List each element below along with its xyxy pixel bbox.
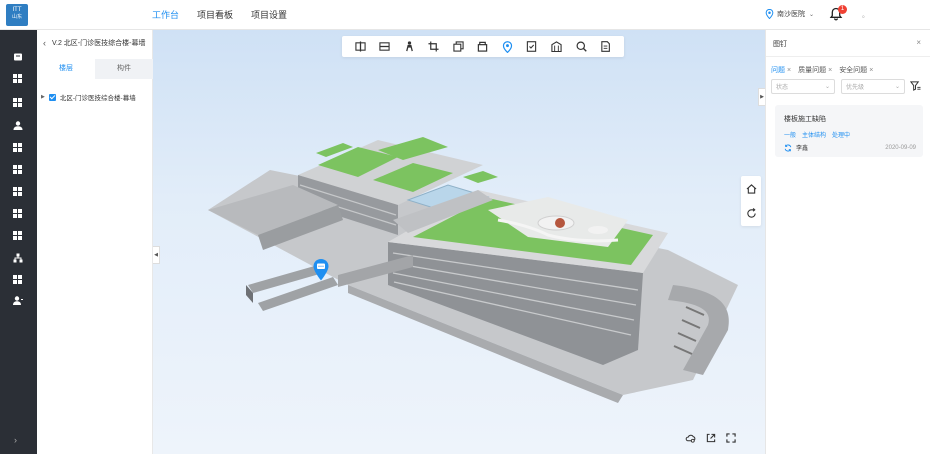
panel-tabs: 楼层 构件 (37, 59, 153, 79)
users-icon[interactable] (12, 120, 23, 131)
priority-select[interactable]: 优先级 ⌄ (841, 79, 905, 94)
chip-quality-issue[interactable]: 质量问题 × (798, 65, 832, 75)
close-icon[interactable]: × (916, 38, 921, 47)
chip-label: 质量问题 (798, 67, 827, 74)
layer-icon[interactable] (379, 41, 391, 53)
tab-components[interactable]: 构件 (95, 59, 153, 79)
top-header: ITT 山东 工作台 项目看板 项目设置 南沙医院 ⌄ 1 。 (0, 0, 930, 30)
category-tag: 主体结构 (802, 133, 827, 139)
chip-label: 问题 (771, 67, 785, 74)
checklist-icon[interactable] (526, 41, 538, 53)
pin-panel: 图钉 × 问题 × 质量问题 × 安全问题 × 状态 ⌄ 优先级 ⌄ 楼板施工缺陷 一… (765, 30, 930, 454)
network-icon[interactable] (12, 252, 23, 263)
location-pin-icon[interactable] (501, 40, 513, 53)
model-tree-panel: ‹ V.2 北区-门诊医技综合楼-幕墙 楼层 构件 ▶ 北区-门诊医技综合楼-幕… (37, 30, 153, 454)
grid-icon[interactable] (12, 142, 23, 153)
tree-item-label: 北区-门诊医技综合楼-幕墙 (59, 95, 136, 102)
collapse-left-icon[interactable]: ◀ (153, 246, 160, 264)
caret-right-icon[interactable]: ▶ (41, 94, 45, 100)
building-icon[interactable] (551, 41, 563, 53)
model-title: V.2 北区-门诊医技综合楼-幕墙 (52, 40, 146, 47)
cloud-settings-icon[interactable] (685, 432, 696, 443)
nav-project-settings[interactable]: 项目设置 (251, 0, 287, 30)
export-icon[interactable] (705, 432, 716, 443)
box-icon[interactable] (477, 41, 489, 53)
chevron-down-icon: ⌄ (824, 84, 830, 90)
issue-card[interactable]: 楼板施工缺陷 一般 主体结构 处理中 李鑫 2020-09-09 (775, 105, 923, 157)
issue-date: 2020-09-09 (885, 145, 916, 151)
workbench-icon[interactable] (12, 51, 23, 62)
chip-safety-issue[interactable]: 安全问题 × (839, 65, 873, 75)
grid-icon[interactable] (12, 208, 23, 219)
issue-assignee: 李鑫 (784, 143, 808, 152)
issue-title: 楼板施工缺陷 (784, 116, 826, 123)
notification-badge: 1 (838, 5, 847, 14)
nav-project-board[interactable]: 项目看板 (197, 0, 233, 30)
viewer-toolbar (342, 36, 624, 57)
grid-icon[interactable] (12, 73, 23, 84)
filter-icon[interactable] (910, 81, 921, 91)
status-placeholder: 状态 (776, 85, 789, 91)
close-icon[interactable]: × (787, 67, 791, 74)
panel-title: 图钉 (773, 41, 787, 48)
close-icon[interactable]: × (828, 67, 832, 74)
app-logo[interactable]: ITT 山东 (6, 4, 28, 26)
close-icon[interactable]: × (869, 67, 873, 74)
location-selector[interactable]: 南沙医院 ⌄ (765, 9, 814, 19)
priority-placeholder: 优先级 (846, 85, 865, 91)
grid-icon[interactable] (12, 164, 23, 175)
section-icon[interactable] (354, 41, 366, 53)
view-controls (741, 176, 761, 226)
chip-issue[interactable]: 问题 × (771, 65, 791, 75)
status-tag: 处理中 (832, 133, 851, 139)
nav-workbench[interactable]: 工作台 (152, 0, 179, 30)
location-pin-icon (765, 9, 774, 19)
logo-text: ITT (12, 7, 22, 13)
user-name[interactable]: 。 (862, 10, 869, 20)
crop-icon[interactable] (428, 41, 440, 53)
grid-icon[interactable] (12, 274, 23, 285)
expand-rail-icon[interactable]: › (14, 435, 17, 445)
collapse-right-icon[interactable]: ▶ (758, 88, 765, 106)
tab-floors[interactable]: 楼层 (37, 59, 95, 79)
side-rail: › (0, 30, 37, 454)
chevron-down-icon: ⌄ (809, 11, 815, 18)
grid-icon[interactable] (12, 230, 23, 241)
issue-tags: 一般 主体结构 处理中 (784, 130, 850, 139)
person-icon[interactable] (12, 295, 23, 306)
back-arrow-icon[interactable]: ‹ (43, 38, 46, 48)
location-name: 南沙医院 (777, 11, 805, 18)
comment-icon[interactable] (312, 258, 330, 282)
chip-label: 安全问题 (839, 67, 868, 74)
grid-icon[interactable] (12, 186, 23, 197)
refresh-icon[interactable] (741, 201, 761, 226)
chevron-down-icon: ⌄ (894, 84, 900, 90)
severity-tag: 一般 (784, 133, 797, 139)
bottom-controls (685, 432, 736, 443)
document-icon[interactable] (600, 41, 612, 53)
search-icon[interactable] (575, 41, 587, 53)
fullscreen-icon[interactable] (725, 432, 736, 443)
bim-viewport[interactable]: ◀ ▶ (153, 30, 765, 454)
person-walk-icon[interactable] (403, 41, 415, 53)
filter-chips: 问题 × 质量问题 × 安全问题 × (771, 65, 873, 75)
filter-selects: 状态 ⌄ 优先级 ⌄ (771, 79, 905, 94)
status-select[interactable]: 状态 ⌄ (771, 79, 835, 94)
tree-item[interactable]: ▶ 北区-门诊医技综合楼-幕墙 (41, 92, 136, 102)
top-nav: 工作台 项目看板 项目设置 (152, 0, 305, 30)
copy-icon[interactable] (452, 41, 464, 53)
sync-icon (784, 143, 792, 152)
panel-header: ‹ V.2 北区-门诊医技综合楼-幕墙 (43, 38, 145, 48)
divider (766, 56, 930, 57)
logo-subtext: 山东 (11, 14, 22, 20)
tree-checkbox[interactable] (48, 93, 56, 101)
assignee-name: 李鑫 (796, 146, 809, 152)
building-model[interactable] (198, 125, 738, 410)
home-icon[interactable] (741, 176, 761, 201)
grid-icon[interactable] (12, 97, 23, 108)
